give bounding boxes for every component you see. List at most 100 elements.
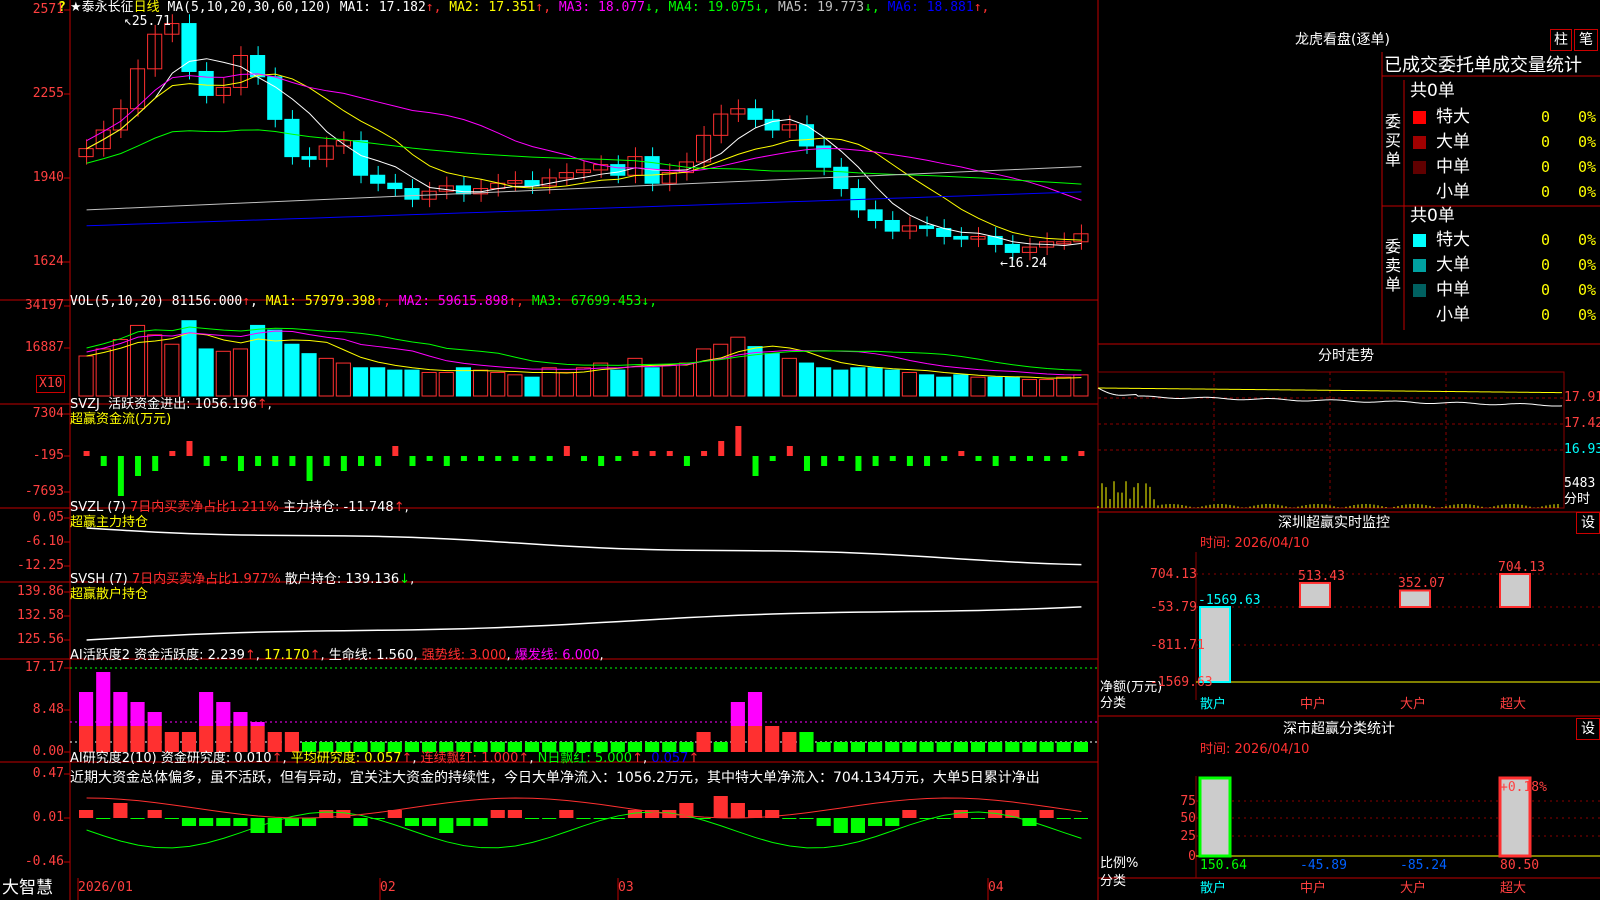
bar-mode-button[interactable]: 柱 <box>1550 29 1572 51</box>
legend-arrow: ↑, <box>508 294 532 309</box>
capital-flow-bar <box>83 451 90 456</box>
classify-time: 时间: 2026/04/10 <box>1200 742 1310 757</box>
volume-bar <box>387 369 403 397</box>
activity-bar <box>233 726 248 752</box>
classify-settings-button[interactable]: 设 <box>1576 718 1600 740</box>
capital-flow-bar <box>443 456 450 466</box>
tick-mode-button[interactable]: 笔 <box>1574 29 1598 51</box>
research-bar <box>456 818 471 826</box>
vol-value: 81156.000 <box>171 294 243 309</box>
capital-flow-bar <box>975 456 982 461</box>
svzl-header: SVZL (7) 7日内买卖净占比1.211% 主力持仓: -11.748↑, <box>70 500 409 515</box>
candle-body <box>695 134 712 163</box>
fenshi-title[interactable]: 分时走势 <box>1318 348 1374 364</box>
order-size-label: 中单 <box>1436 157 1470 177</box>
period-label[interactable]: 日线 <box>134 0 160 15</box>
activity-bar <box>885 742 900 752</box>
ma-line <box>86 73 1082 201</box>
research-bar <box>970 818 986 819</box>
activity-bar-hot <box>747 692 763 726</box>
volume-bar <box>232 348 249 397</box>
buy-total: 共0单 <box>1410 81 1455 101</box>
y-axis-label: -6.10 <box>24 534 64 549</box>
y-axis-label: 2255 <box>32 86 64 101</box>
research-bar <box>216 818 231 826</box>
monitor-settings-button[interactable]: 设 <box>1576 512 1600 534</box>
capital-flow-bar <box>855 456 862 471</box>
classify-axis-label: 50 <box>1180 811 1196 826</box>
legend-arrow: ↓, <box>754 0 779 15</box>
monitor-axis-label: -53.79 <box>1150 600 1197 615</box>
research-bar <box>816 818 831 826</box>
legend-arrow: ↓, <box>641 294 658 309</box>
order-count: 0 <box>1541 158 1551 176</box>
research-bar <box>439 818 454 833</box>
volume-bar <box>627 357 643 397</box>
ma-line <box>86 58 1082 247</box>
candle-body <box>884 219 900 232</box>
candle-body <box>970 235 986 240</box>
fenshi-axis-top: 17.91 <box>1564 390 1600 405</box>
retail-holding-line <box>86 606 1082 641</box>
classify-ylabel: 比例% <box>1100 856 1139 871</box>
order-size-swatch <box>1413 259 1426 272</box>
vol-unit[interactable]: X10 <box>36 375 66 393</box>
activity-bar <box>96 726 111 752</box>
legend-item: MA4: 19.075 <box>668 0 755 15</box>
activity-bar <box>250 726 265 752</box>
brand-logo[interactable]: 大智慧 <box>2 880 53 897</box>
volume-bar <box>610 369 626 397</box>
research-bar <box>868 818 883 826</box>
capital-flow-bar <box>821 456 828 466</box>
legend-item: MA1: 57979.398 <box>265 294 376 309</box>
legend-item: MA2: 17.351 <box>449 0 536 15</box>
classify-axis-label: 0 <box>1188 849 1196 864</box>
capital-flow-bar <box>924 456 931 466</box>
volume-bar <box>250 324 266 397</box>
fenshi-axis-bot: 16.93 <box>1564 442 1600 457</box>
volume-bar <box>284 343 300 397</box>
activity-bar <box>730 726 745 752</box>
ai2-commentary: 近期大资金总体偏多，虽不活跃，但有异动，宜关注大资金的持续性，今日大单净流入：1… <box>70 770 1040 786</box>
y-axis-label: 1624 <box>32 254 64 269</box>
capital-flow-bar <box>786 446 793 456</box>
research-bar <box>730 803 745 818</box>
capital-flow-bar <box>495 456 502 461</box>
activity-bar <box>1022 742 1037 752</box>
research-bar <box>850 818 866 833</box>
sell-total: 共0单 <box>1410 206 1455 226</box>
research-avg-line <box>86 811 1082 849</box>
volume-bar <box>352 367 369 397</box>
svzl-title: 超赢主力持仓 <box>70 515 149 530</box>
research-bar <box>782 818 797 819</box>
legend-arrow: ↓, <box>864 0 888 15</box>
capital-flow-bar <box>546 456 553 461</box>
y-axis-label: -0.46 <box>24 854 64 869</box>
activity-bar <box>713 742 728 752</box>
research-bar <box>490 810 505 818</box>
capital-flow-bar <box>563 446 570 456</box>
capital-flow-bar <box>272 456 279 466</box>
monitor-xlabel: 分类 <box>1100 696 1127 711</box>
legend-arrow: ↑, <box>375 294 399 309</box>
y-axis-label: 125.56 <box>17 632 64 647</box>
activity-bar <box>816 742 831 752</box>
activity-bar <box>1073 742 1088 752</box>
volume-bar <box>524 376 540 397</box>
volume-bar <box>147 334 163 397</box>
y-axis-label: 2571 <box>32 2 64 17</box>
research-bar <box>164 818 179 819</box>
stock-name[interactable]: ★泰永长征 <box>70 0 134 15</box>
volume-bar <box>713 343 729 397</box>
research-bar <box>885 818 900 826</box>
x-axis-label: 03 <box>618 880 634 895</box>
y-axis-label: 0.00 <box>32 744 64 759</box>
activity-bar <box>147 726 162 752</box>
capital-flow-bar <box>375 456 382 466</box>
net-amount-label: 704.13 <box>1498 560 1545 575</box>
capital-flow-bar <box>255 456 262 466</box>
category-label: 散户 <box>1200 697 1227 712</box>
capital-flow-bar <box>152 456 159 471</box>
net-amount-label: 352.07 <box>1398 576 1445 592</box>
volume-bar <box>987 376 1003 397</box>
